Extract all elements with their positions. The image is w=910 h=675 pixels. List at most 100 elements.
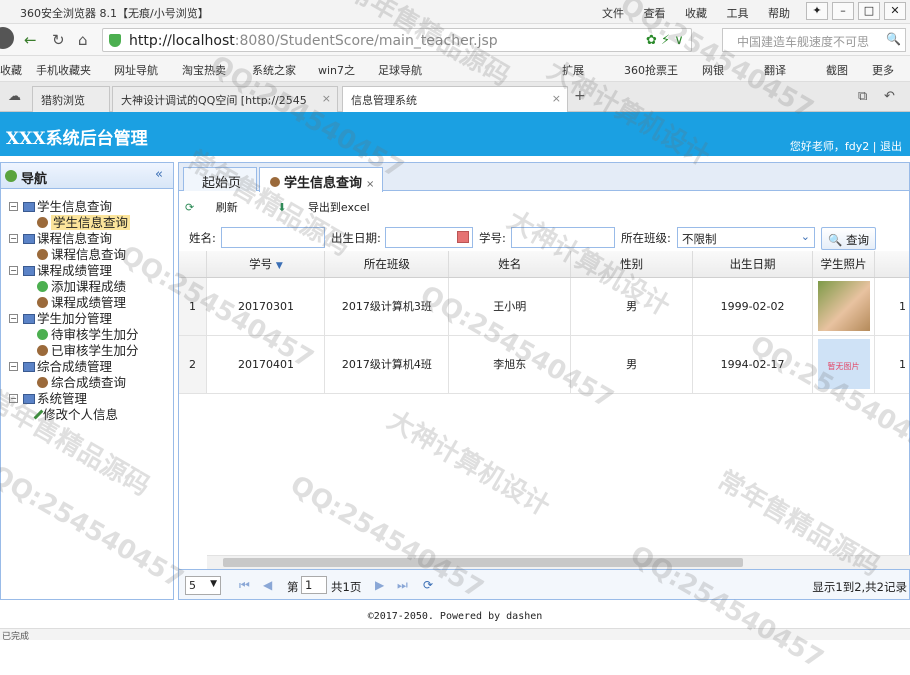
search-field[interactable]: 中国建造车舰速度不可思 🔍 <box>722 28 906 52</box>
next-page-icon[interactable]: ▶ <box>375 578 384 592</box>
table-row[interactable]: 1 20170301 2017级计算机3班 王小明 男 1999-02-02 1 <box>179 277 909 336</box>
column-header-birth-date[interactable]: 出生日期 <box>692 251 814 278</box>
new-tab-icon[interactable]: + <box>574 88 586 104</box>
tab-student-query[interactable]: 学生信息查询 × <box>259 167 383 192</box>
add-icon <box>37 329 48 340</box>
cell-name: 李旭东 <box>448 335 572 394</box>
browser-tab[interactable]: 猎豹浏览 <box>32 86 110 112</box>
nav-item-approved-bonus[interactable]: 已审核学生加分 <box>9 343 173 359</box>
cell-gender: 男 <box>570 277 694 336</box>
nav-item-total-score-query[interactable]: 综合成绩查询 <box>9 375 173 391</box>
back-icon[interactable]: ← <box>24 31 37 49</box>
column-header-photo[interactable]: 学生照片 <box>812 251 875 278</box>
close-tab-icon[interactable]: × <box>366 179 374 190</box>
nav-item-score-manage[interactable]: 课程成绩管理 <box>9 295 173 311</box>
menu-tools[interactable]: 工具 <box>727 7 749 20</box>
bookmark-item[interactable]: 截图 <box>826 62 848 78</box>
nav-item-course-query[interactable]: 课程信息查询 <box>9 247 173 263</box>
tab-home[interactable]: 起始页 <box>183 167 257 191</box>
bookmark-item[interactable]: 手机收藏夹 <box>36 62 91 78</box>
refresh-icon[interactable]: ⟳ <box>423 578 433 592</box>
add-icon <box>37 281 48 292</box>
url-host: http://localhost <box>129 33 235 49</box>
undo-icon[interactable]: ↶ <box>884 89 895 104</box>
birth-date-input[interactable] <box>385 227 473 248</box>
scrollbar-thumb[interactable] <box>223 558 743 567</box>
bookmark-item[interactable]: 收藏 <box>0 62 22 78</box>
restore-tab-icon[interactable]: ⧉ <box>858 89 867 104</box>
reload-icon[interactable]: ↻ <box>52 31 65 49</box>
search-icon[interactable]: 🔍 <box>886 32 901 46</box>
collapse-icon[interactable]: « <box>155 167 163 182</box>
table-row[interactable]: 2 20170401 2017级计算机4班 李旭东 男 1994-02-17 暂… <box>179 335 909 394</box>
export-excel-button[interactable]: ⬇ 导出到excel <box>277 201 387 214</box>
close-tab-icon[interactable]: × <box>322 92 331 105</box>
tree-toggle-icon[interactable]: − <box>9 266 18 275</box>
column-header-gender[interactable]: 性别 <box>570 251 694 278</box>
menu-file[interactable]: 文件 <box>602 7 624 20</box>
nav-group-score[interactable]: − 课程成绩管理 <box>9 263 173 279</box>
page-size-select[interactable]: 5 ▼ <box>185 576 221 595</box>
menu-favorites[interactable]: 收藏 <box>685 7 707 20</box>
refresh-button[interactable]: ⟳ 刷新 <box>185 201 256 214</box>
minimize-icon[interactable]: – <box>832 2 854 20</box>
nav-item-edit-profile[interactable]: 修改个人信息 <box>9 407 173 423</box>
browser-tab[interactable]: 大神设计调试的QQ空间 [http://2545 × <box>112 86 338 112</box>
nav-group-student[interactable]: − 学生信息查询 <box>9 199 173 215</box>
page-number-input[interactable]: 1 <box>301 576 327 594</box>
column-header-student-id[interactable]: 学号 ▼ <box>206 251 326 278</box>
bookmark-item[interactable]: 翻译 <box>764 62 786 78</box>
logout-link[interactable]: 退出 <box>880 140 902 153</box>
prev-page-icon[interactable]: ◀ <box>263 578 272 592</box>
nav-item-student-query[interactable]: 学生信息查询 <box>9 215 173 231</box>
menu-help[interactable]: 帮助 <box>768 7 790 20</box>
tree-toggle-icon[interactable]: − <box>9 234 18 243</box>
page-prefix: 第 <box>287 580 299 594</box>
bookmark-item[interactable]: win7之 <box>318 62 355 78</box>
speed-lightning-icon[interactable]: ✿ ⚡ ∨ <box>646 33 684 48</box>
maximize-icon[interactable]: □ <box>858 2 880 20</box>
column-header-class[interactable]: 所在班级 <box>324 251 450 278</box>
bookmark-item[interactable]: 网址导航 <box>114 62 158 78</box>
student-id-input[interactable] <box>511 227 615 248</box>
main-panel: 起始页 学生信息查询 × ⟳ 刷新 ⬇ 导出到excel 姓名: 出生日期: 学号… <box>178 162 910 600</box>
bookmark-item[interactable]: 扩展 <box>562 62 584 78</box>
cloud-icon[interactable]: ☁ <box>8 89 21 104</box>
skin-icon[interactable]: ✦ <box>806 2 828 20</box>
bookmark-item[interactable]: 更多 <box>872 62 894 78</box>
bookmark-item[interactable]: 360抢票王 <box>624 62 678 78</box>
browser-tab-active[interactable]: 信息管理系统 × <box>342 86 568 112</box>
nav-group-system[interactable]: − 系统管理 <box>9 391 173 407</box>
first-page-icon[interactable]: ⏮ <box>239 578 250 593</box>
nav-item-pending-bonus[interactable]: 待审核学生加分 <box>9 327 173 343</box>
close-icon[interactable]: ✕ <box>884 2 906 20</box>
home-icon[interactable]: ⌂ <box>78 31 88 49</box>
nav-group-course[interactable]: − 课程信息查询 <box>9 231 173 247</box>
nav-item-add-score[interactable]: 添加课程成绩 <box>9 279 173 295</box>
user-icon <box>37 345 48 356</box>
nav-group-total-score[interactable]: − 综合成绩管理 <box>9 359 173 375</box>
class-select[interactable]: 不限制 ⌄ <box>677 227 815 248</box>
name-input[interactable] <box>221 227 325 248</box>
url-path: :8080/StudentScore/main_teacher.jsp <box>234 33 498 49</box>
tree-toggle-icon[interactable]: − <box>9 394 18 403</box>
url-field[interactable]: http://localhost:8080/StudentScore/main_… <box>102 28 692 52</box>
horizontal-scrollbar[interactable] <box>207 555 910 569</box>
column-header-name[interactable]: 姓名 <box>448 251 572 278</box>
calendar-icon[interactable] <box>457 231 469 243</box>
query-button[interactable]: 🔍 查询 <box>821 227 876 250</box>
bookmark-item[interactable]: 系统之家 <box>252 62 296 78</box>
tree-toggle-icon[interactable]: − <box>9 202 18 211</box>
cell-photo: 暂无图片 <box>812 335 875 394</box>
tree-toggle-icon[interactable]: − <box>9 314 18 323</box>
menu-view[interactable]: 查看 <box>644 7 666 20</box>
birth-date-label: 出生日期: <box>331 231 381 245</box>
bookmark-item[interactable]: 淘宝热卖 <box>182 62 226 78</box>
nav-group-bonus[interactable]: − 学生加分管理 <box>9 311 173 327</box>
close-tab-icon[interactable]: × <box>552 92 561 105</box>
tree-toggle-icon[interactable]: − <box>9 362 18 371</box>
last-page-icon[interactable]: ⏭ <box>397 578 408 593</box>
bookmark-item[interactable]: 足球导航 <box>378 62 422 78</box>
bookmark-item[interactable]: 网银 <box>702 62 724 78</box>
cell-class: 2017级计算机3班 <box>324 277 450 336</box>
